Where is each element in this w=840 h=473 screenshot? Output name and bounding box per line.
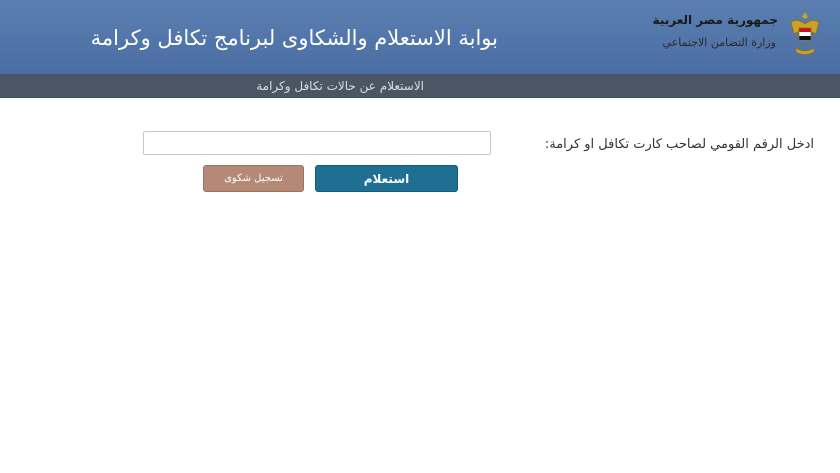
register-complaint-button[interactable]: تسجيل شكوى bbox=[203, 165, 304, 192]
ministry-name: وزارة التضامن الاجتماعي bbox=[662, 36, 776, 49]
government-name: جمهورية مصر العربية bbox=[652, 13, 778, 27]
sub-navigation-bar: الاستعلام عن حالات تكافل وكرامة bbox=[0, 74, 840, 98]
national-id-input[interactable] bbox=[143, 131, 491, 155]
national-id-label: ادخل الرقم القومي لصاحب كارت تكافل او كر… bbox=[544, 137, 814, 152]
nav-link-inquiry-cases[interactable]: الاستعلام عن حالات تكافل وكرامة bbox=[256, 79, 424, 93]
page: جمهورية مصر العربية وزارة التضامن الاجتم… bbox=[0, 0, 840, 473]
egypt-eagle-emblem-icon bbox=[790, 12, 820, 55]
site-header: جمهورية مصر العربية وزارة التضامن الاجتم… bbox=[0, 0, 840, 74]
inquiry-button[interactable]: استعلام bbox=[315, 165, 458, 192]
portal-title: بوابة الاستعلام والشكاوى لبرنامج تكافل و… bbox=[90, 26, 498, 50]
